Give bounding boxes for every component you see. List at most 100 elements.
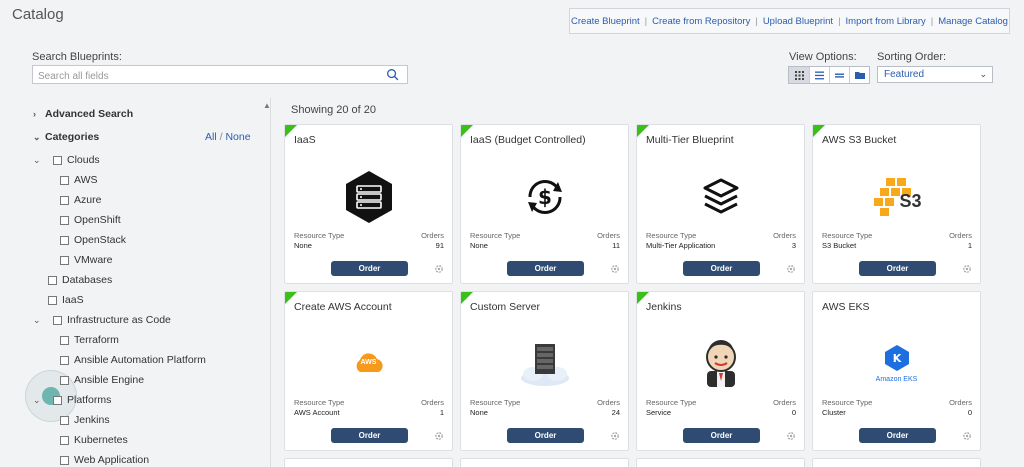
category-clouds[interactable]: ⌄ Clouds: [33, 154, 100, 166]
svg-text:$: $: [538, 185, 552, 209]
category-checkbox[interactable]: [48, 295, 57, 305]
create-from-repository-link[interactable]: Create from Repository: [652, 16, 750, 27]
import-from-library-link[interactable]: Import from Library: [846, 16, 926, 27]
catalog-card-iaas[interactable]: IaaS Resource Type None Orders 91 Order: [284, 124, 453, 284]
all-none-separator: /: [219, 131, 223, 143]
category-checkbox[interactable]: [60, 215, 69, 225]
chevron-down-icon[interactable]: ⌄: [33, 155, 45, 166]
order-button[interactable]: Order: [507, 428, 584, 443]
gear-icon[interactable]: [785, 263, 797, 275]
card-title: Jenkins: [646, 301, 682, 313]
category-checkbox[interactable]: [60, 435, 69, 445]
chevron-down-icon[interactable]: ⌄: [33, 315, 45, 326]
category-checkbox[interactable]: [60, 335, 69, 345]
category-platforms[interactable]: ⌄ Platforms: [33, 394, 111, 406]
orders-value: 91: [435, 241, 444, 250]
category-infrastructure-as-code[interactable]: ⌄ Infrastructure as Code: [33, 314, 171, 326]
card-title: Multi-Tier Blueprint: [646, 134, 734, 146]
order-button[interactable]: Order: [331, 261, 408, 276]
catalog-card-aws-s3[interactable]: AWS S3 Bucket S3 Resource Type S3 Bucket…: [812, 124, 981, 284]
category-label: Azure: [74, 194, 102, 206]
advanced-search-toggle[interactable]: › Advanced Search: [33, 108, 133, 120]
gear-icon[interactable]: [785, 430, 797, 442]
resource-type-label: Resource Type: [646, 231, 697, 240]
gear-icon[interactable]: [961, 263, 973, 275]
category-azure[interactable]: Azure: [60, 194, 101, 206]
category-checkbox[interactable]: [53, 315, 62, 325]
search-icon[interactable]: [386, 68, 399, 81]
category-terraform[interactable]: Terraform: [60, 334, 119, 346]
compact-view-icon[interactable]: [829, 67, 849, 83]
grid-view-icon[interactable]: [789, 67, 809, 83]
select-none-link[interactable]: None: [225, 131, 250, 143]
chevron-right-icon: ›: [33, 109, 36, 119]
category-openstack[interactable]: OpenStack: [60, 234, 126, 246]
category-aws[interactable]: AWS: [60, 174, 98, 186]
gear-icon[interactable]: [433, 430, 445, 442]
catalog-card-multi-tier[interactable]: Multi-Tier Blueprint Resource Type Multi…: [636, 124, 805, 284]
category-checkbox[interactable]: [60, 375, 69, 385]
category-checkbox[interactable]: [60, 195, 69, 205]
catalog-card-custom-server[interactable]: Custom Server Resource Type None Orders …: [460, 291, 629, 451]
catalog-card-jenkins[interactable]: Jenkins Resource Type Service Orders 0 O…: [636, 291, 805, 451]
search-input[interactable]: [33, 68, 373, 85]
category-checkbox[interactable]: [53, 155, 62, 165]
catalog-card-partial[interactable]: [460, 458, 629, 467]
catalog-card-partial[interactable]: [284, 458, 453, 467]
select-all-link[interactable]: All: [205, 131, 217, 143]
layers-icon: [691, 167, 751, 227]
orders-label: Orders: [597, 231, 620, 240]
category-checkbox[interactable]: [60, 355, 69, 365]
catalog-actions-bar: Create Blueprint | Create from Repositor…: [569, 8, 1010, 34]
folder-view-icon[interactable]: [849, 67, 869, 83]
catalog-card-iaas-budget[interactable]: IaaS (Budget Controlled) $ Resource Type…: [460, 124, 629, 284]
category-iaas[interactable]: IaaS: [48, 294, 84, 306]
category-checkbox[interactable]: [60, 175, 69, 185]
resource-type-label: Resource Type: [470, 231, 521, 240]
list-view-icon[interactable]: [809, 67, 829, 83]
category-checkbox[interactable]: [60, 415, 69, 425]
catalog-card-partial[interactable]: [636, 458, 805, 467]
category-vmware[interactable]: VMware: [60, 254, 113, 266]
category-openshift[interactable]: OpenShift: [60, 214, 121, 226]
resource-type-label: Resource Type: [470, 398, 521, 407]
order-button[interactable]: Order: [859, 428, 936, 443]
order-button[interactable]: Order: [683, 261, 760, 276]
upload-blueprint-link[interactable]: Upload Blueprint: [763, 16, 833, 27]
gear-icon[interactable]: [609, 430, 621, 442]
category-label: Infrastructure as Code: [67, 314, 171, 326]
gear-icon[interactable]: [961, 430, 973, 442]
all-none-links: All / None: [205, 131, 251, 143]
order-button[interactable]: Order: [331, 428, 408, 443]
orders-value: 11: [612, 241, 620, 250]
order-button[interactable]: Order: [683, 428, 760, 443]
sorting-order-select[interactable]: Featured ⌄: [877, 66, 993, 83]
resource-type-label: Resource Type: [294, 398, 345, 407]
create-blueprint-link[interactable]: Create Blueprint: [571, 16, 640, 27]
order-button[interactable]: Order: [507, 261, 584, 276]
chevron-down-icon[interactable]: ⌄: [33, 395, 45, 406]
manage-catalog-link[interactable]: Manage Catalog: [938, 16, 1008, 27]
category-checkbox[interactable]: [48, 275, 57, 285]
sidebar-scrollbar[interactable]: [270, 98, 271, 467]
category-databases[interactable]: Databases: [48, 274, 112, 286]
catalog-card-aws-eks[interactable]: AWS EKS K Amazon EKS Resource Type Clust…: [812, 291, 981, 451]
card-title: Custom Server: [470, 301, 541, 313]
category-checkbox[interactable]: [60, 235, 69, 245]
category-web-application[interactable]: Web Application: [60, 454, 149, 466]
catalog-card-partial[interactable]: [812, 458, 981, 467]
catalog-card-create-aws-account[interactable]: Create AWS Account AWS Resource Type AWS…: [284, 291, 453, 451]
category-checkbox[interactable]: [60, 255, 69, 265]
categories-toggle[interactable]: ⌄ Categories: [33, 131, 99, 143]
category-checkbox[interactable]: [53, 395, 62, 405]
category-ansible-engine[interactable]: Ansible Engine: [60, 374, 144, 386]
eks-logo-text: Amazon EKS: [875, 376, 918, 383]
gear-icon[interactable]: [433, 263, 445, 275]
order-button[interactable]: Order: [859, 261, 936, 276]
category-checkbox[interactable]: [60, 455, 69, 465]
action-separator: |: [755, 15, 758, 27]
category-ansible-automation-platform[interactable]: Ansible Automation Platform: [60, 354, 206, 366]
category-kubernetes[interactable]: Kubernetes: [60, 434, 128, 446]
gear-icon[interactable]: [609, 263, 621, 275]
category-jenkins[interactable]: Jenkins: [60, 414, 110, 426]
